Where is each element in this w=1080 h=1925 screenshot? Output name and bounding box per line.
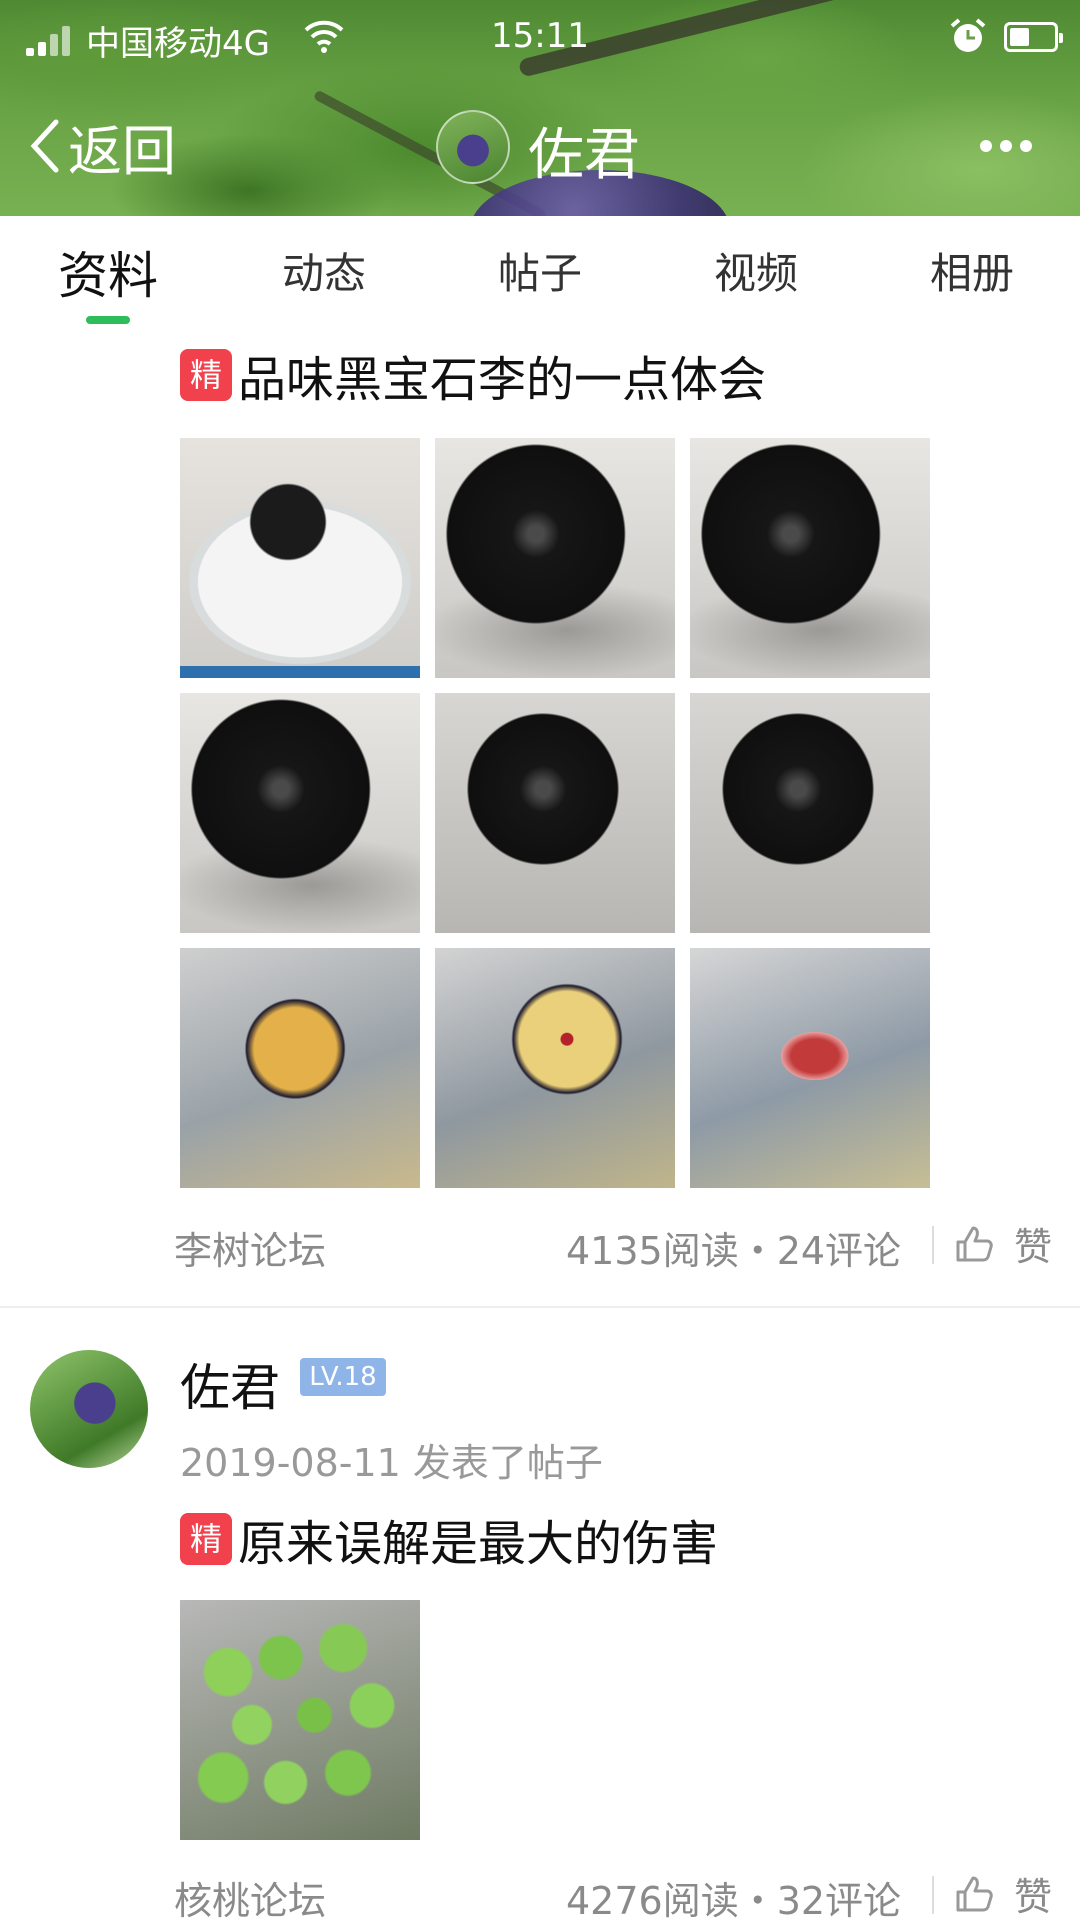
post-image[interactable] (435, 693, 675, 933)
forum-link[interactable]: 李树论坛 (174, 1220, 326, 1275)
post-image[interactable] (435, 438, 675, 678)
author-avatar[interactable] (30, 1350, 148, 1468)
clock: 15:11 (491, 16, 589, 56)
profile-tabs: 资料 动态 帖子 视频 相册 (0, 216, 1080, 328)
forum-link[interactable]: 核桃论坛 (174, 1870, 326, 1925)
tab-activity[interactable]: 动态 (234, 240, 414, 301)
post-image[interactable] (180, 693, 420, 933)
post-footer: 核桃论坛 4276阅读・32评论 赞 (0, 1862, 1080, 1925)
divider (932, 1876, 934, 1914)
thumbs-up-icon (956, 1876, 993, 1911)
status-bar: 中国移动4G 15:11 (0, 0, 1080, 80)
post-image[interactable] (690, 948, 930, 1188)
post-image[interactable] (180, 1600, 420, 1840)
tab-posts[interactable]: 帖子 (450, 240, 630, 301)
back-label: 返回 (68, 119, 176, 183)
page-title: 佐君 (528, 123, 640, 188)
post-footer: 李树论坛 4135阅读・24评论 赞 (0, 1212, 1080, 1275)
post-stats: 4276阅读・32评论 (566, 1879, 902, 1923)
level-badge: LV.18 (300, 1358, 386, 1396)
like-button[interactable]: 赞 (954, 1866, 1052, 1921)
divider (932, 1226, 934, 1264)
like-label: 赞 (1014, 1225, 1053, 1269)
post-title-text: 原来误解是最大的伤害 (238, 1516, 719, 1572)
like-label: 赞 (1014, 1875, 1053, 1919)
active-tab-indicator (86, 316, 130, 324)
battery-icon (1004, 22, 1063, 52)
post-image[interactable] (180, 438, 420, 678)
post-meta: 2019-08-11 发表了帖子 (180, 1441, 603, 1485)
featured-badge: 精 (180, 1513, 232, 1565)
section-divider (0, 1306, 1080, 1308)
tab-profile[interactable]: 资料 (18, 236, 198, 308)
avatar[interactable] (436, 110, 510, 184)
post-image[interactable] (690, 693, 930, 933)
alarm-icon (950, 18, 986, 52)
navigation-bar: 返回 佐君 (0, 96, 1080, 200)
more-options-button[interactable] (980, 140, 1036, 154)
post-image[interactable] (435, 948, 675, 1188)
battery-level (1010, 28, 1029, 46)
chevron-left-icon (30, 119, 59, 173)
featured-badge: 精 (180, 349, 232, 401)
post-title-text: 品味黑宝石李的一点体会 (238, 352, 767, 408)
like-button[interactable]: 赞 (954, 1216, 1052, 1271)
profile-header: 中国移动4G 15:11 返回 佐君 (0, 0, 1080, 216)
post-stats: 4135阅读・24评论 (566, 1229, 902, 1273)
post-title[interactable]: 精 品味黑宝石李的一点体会 (180, 340, 766, 410)
tab-album[interactable]: 相册 (882, 240, 1062, 301)
post-title[interactable]: 精 原来误解是最大的伤害 (180, 1504, 718, 1574)
back-button[interactable]: 返回 (28, 114, 176, 183)
author-name[interactable]: 佐君 (180, 1348, 280, 1420)
post-image[interactable] (180, 948, 420, 1188)
post-image[interactable] (690, 438, 930, 678)
thumbs-up-icon (956, 1226, 993, 1261)
tab-videos[interactable]: 视频 (666, 240, 846, 301)
